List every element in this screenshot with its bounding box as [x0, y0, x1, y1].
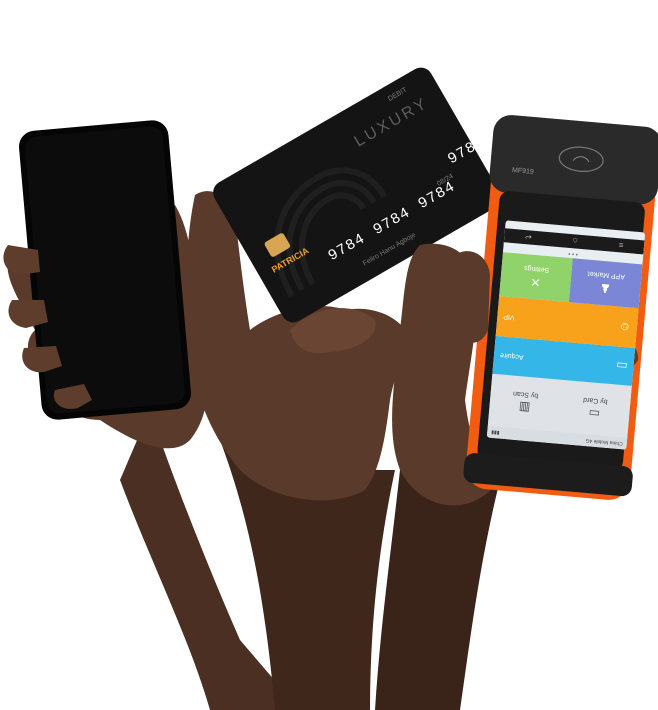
home-icon[interactable]: ⌂: [572, 237, 578, 246]
right-thumb: [455, 251, 490, 343]
tile-acquire-label: Acquire: [499, 351, 524, 361]
tile-app-market[interactable]: ♟ APP Market: [568, 258, 643, 309]
android-icon: ♟: [599, 280, 612, 296]
product-photo: PATRICIA DEBIT LUXURY 9784 9784 9784 978…: [0, 0, 658, 710]
right-arm: [375, 470, 500, 710]
signal-icon: ▮▮▮: [491, 428, 500, 436]
smartphone: [18, 120, 192, 420]
laptop-icon: ▭: [615, 358, 629, 374]
tile-vip-label: VIP: [503, 312, 515, 321]
pos-screen: China Mobile 4G ▮▮▮ ▭ by Card ▥ by Scan …: [486, 220, 646, 450]
tile-by-scan[interactable]: ▥ by Scan: [487, 373, 563, 432]
tile-by-card-label: by Card: [582, 395, 608, 405]
back-icon[interactable]: ↩: [525, 233, 532, 243]
tile-settings-label: Settings: [523, 264, 550, 274]
menu-icon[interactable]: ≡: [618, 241, 623, 250]
tile-by-scan-label: by Scan: [512, 389, 539, 399]
tile-by-card[interactable]: ▭ by Card: [557, 379, 632, 438]
tile-app-market-label: APP Market: [587, 269, 626, 280]
barcode-icon: ▥: [518, 400, 531, 416]
users-icon: ☺: [618, 319, 632, 335]
wrench-icon: ✕: [529, 274, 542, 290]
card-icon: ▭: [587, 406, 601, 422]
tile-settings[interactable]: ✕ Settings: [499, 252, 573, 303]
pos-status-text: China Mobile 4G: [585, 437, 624, 447]
